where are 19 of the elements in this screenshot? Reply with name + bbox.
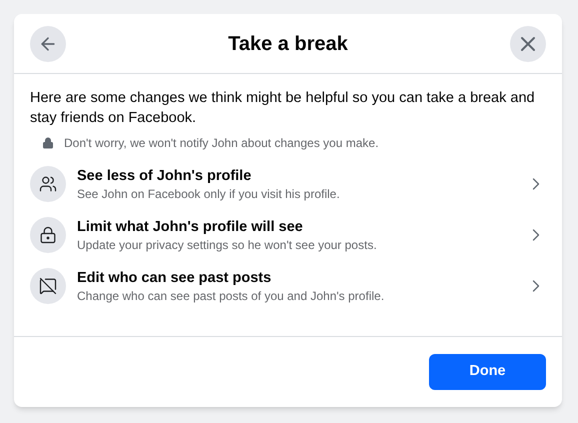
crossed-message-icon: [39, 277, 57, 295]
option-title: Edit who can see past posts: [77, 268, 272, 288]
option-description: See John on Facebook only if you visit his profile.: [77, 186, 341, 202]
option-row[interactable]: Limit what John's profile will see Update your privacy settings so he won't see your posts.: [30, 217, 546, 253]
option-row[interactable]: See less of John's profile See John on Facebook only if you visit his profile.: [30, 166, 546, 202]
lock-icon: [39, 226, 57, 244]
done-button[interactable]: Done: [429, 354, 546, 390]
notice-text: Don't worry, we won't notify John about changes you make.: [64, 135, 379, 152]
option-description: Update your privacy settings so he won't see your posts.: [77, 236, 378, 252]
dialog-title: Take a break: [228, 32, 348, 56]
option-title: See less of John's profile: [77, 166, 252, 186]
lock-icon: [42, 137, 54, 149]
close-button[interactable]: [510, 26, 546, 62]
back-button[interactable]: [30, 26, 66, 62]
intro-text: Here are some changes we think might be helpful so you can take a break and stay friends on Facebook.: [30, 89, 536, 128]
option-row[interactable]: Edit who can see past posts Change who can see past posts of you and John's profile.: [30, 268, 546, 304]
people-icon: [39, 175, 57, 193]
option-title: Limit what John's profile will see: [77, 218, 304, 236]
option-description: Change who can see past posts of you and John's profile.: [77, 288, 386, 304]
